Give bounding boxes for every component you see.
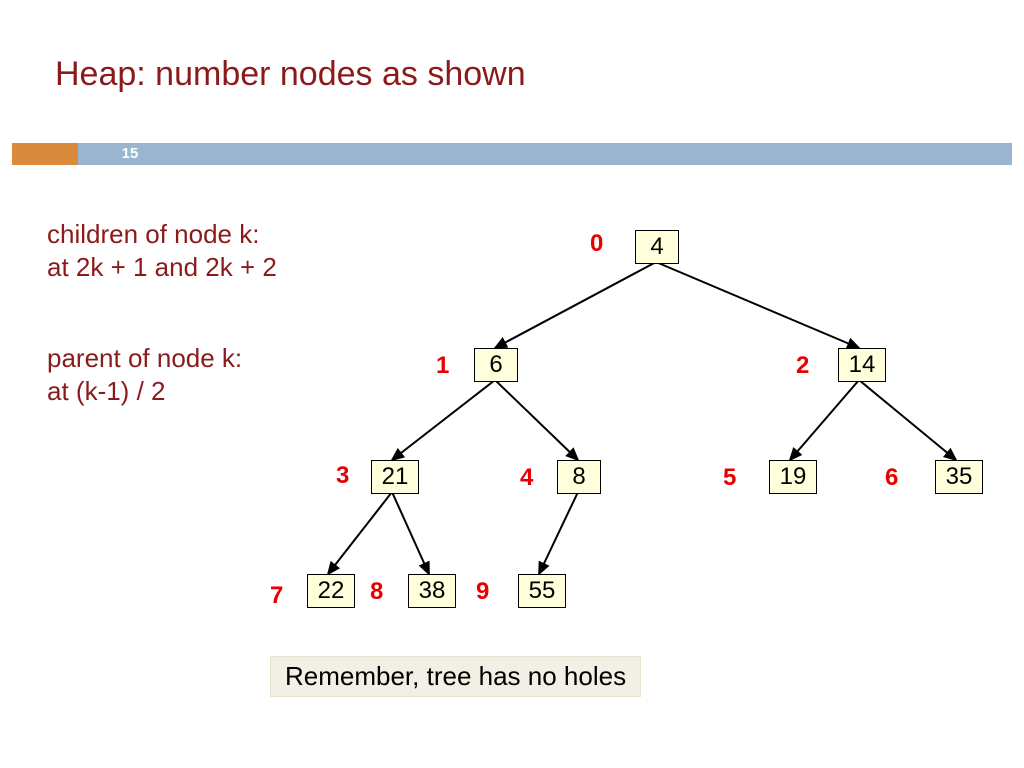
- heap-index-4: 4: [520, 464, 533, 492]
- edge-4-9: [539, 492, 578, 574]
- heap-index-0: 0: [590, 230, 603, 258]
- tree-edges: [0, 200, 1024, 640]
- heap-node-8: 38: [408, 574, 456, 608]
- heap-node-5: 19: [769, 460, 817, 494]
- bar-accent: [12, 143, 78, 165]
- slide-number: 15: [90, 145, 170, 162]
- edge-3-7: [328, 492, 392, 574]
- edge-2-6: [859, 380, 956, 460]
- edge-1-4: [495, 380, 578, 460]
- header-bar: 15: [12, 143, 1012, 165]
- heap-node-0: 4: [635, 230, 679, 264]
- heap-node-6: 35: [935, 460, 983, 494]
- heap-index-8: 8: [370, 578, 383, 606]
- heap-tree: 406114221384195356227388559: [0, 200, 1024, 640]
- heap-index-2: 2: [796, 352, 809, 380]
- heap-index-7: 7: [270, 582, 283, 610]
- edge-2-5: [790, 380, 859, 460]
- heap-node-2: 14: [838, 348, 886, 382]
- heap-index-6: 6: [885, 464, 898, 492]
- page-title: Heap: number nodes as shown: [55, 55, 1024, 94]
- edge-3-8: [392, 492, 429, 574]
- heap-node-4: 8: [557, 460, 601, 494]
- edge-0-2: [656, 262, 859, 348]
- heap-index-9: 9: [476, 578, 489, 606]
- heap-node-1: 6: [474, 348, 518, 382]
- heap-node-3: 21: [371, 460, 419, 494]
- remember-note: Remember, tree has no holes: [270, 656, 641, 697]
- heap-node-7: 22: [307, 574, 355, 608]
- heap-node-9: 55: [518, 574, 566, 608]
- heap-index-3: 3: [336, 462, 349, 490]
- heap-index-1: 1: [436, 352, 449, 380]
- heap-index-5: 5: [723, 464, 736, 492]
- edge-1-3: [392, 380, 495, 460]
- edge-0-1: [495, 262, 656, 348]
